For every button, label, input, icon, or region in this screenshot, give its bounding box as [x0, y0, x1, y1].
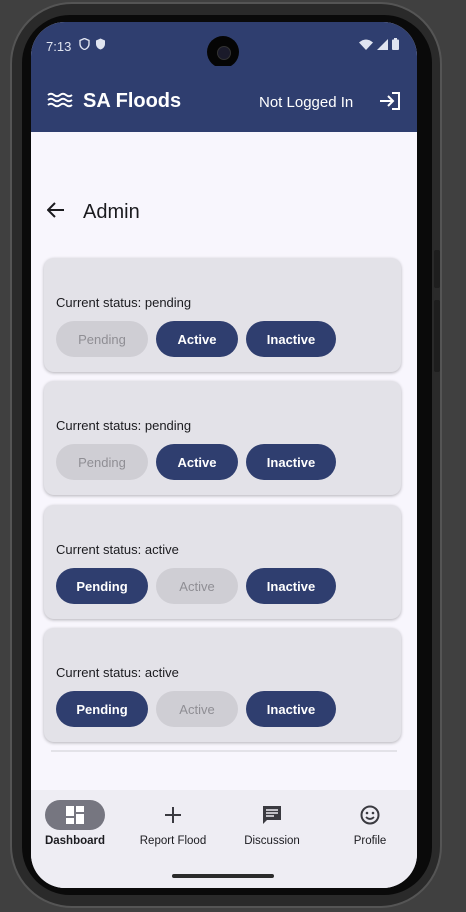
status-time: 7:13: [46, 39, 72, 54]
app-bar: SA Floods Not Logged In: [31, 66, 417, 132]
active-button[interactable]: Active: [156, 568, 238, 604]
current-status: Current status: active: [56, 665, 179, 680]
inactive-button[interactable]: Inactive: [246, 568, 336, 604]
dashboard-icon: [45, 800, 105, 830]
current-status: Current status: pending: [56, 418, 192, 433]
status-card: Current status: pending Pending Active I…: [44, 381, 401, 495]
screen: 7:13 SA Floods Not Logged In Admin Curre…: [31, 22, 417, 888]
pending-button[interactable]: Pending: [56, 321, 148, 357]
app-title: SA Floods: [83, 90, 182, 112]
battery-icon: [392, 38, 399, 50]
nav-discussion[interactable]: Discussion: [227, 800, 317, 847]
next-card-edge: [51, 750, 397, 752]
inactive-button[interactable]: Inactive: [246, 444, 336, 480]
nav-dashboard[interactable]: Dashboard: [31, 800, 120, 847]
inactive-button[interactable]: Inactive: [246, 691, 336, 727]
chat-icon: [227, 800, 317, 830]
pending-button[interactable]: Pending: [56, 568, 148, 604]
login-icon[interactable]: [379, 92, 401, 110]
plus-icon: [128, 800, 218, 830]
status-card: Current status: pending Pending Active I…: [44, 258, 401, 372]
status-bar: 7:13: [31, 22, 417, 68]
current-status: Current status: active: [56, 542, 179, 557]
smiley-icon: [325, 800, 415, 830]
security-icon: [96, 38, 105, 50]
status-card: Current status: active Pending Active In…: [44, 628, 401, 742]
status-right-icons: [359, 38, 399, 50]
current-status: Current status: pending: [56, 295, 192, 310]
page-title: Admin: [83, 201, 140, 223]
power-button: [434, 300, 440, 372]
active-button[interactable]: Active: [156, 691, 238, 727]
volume-button: [434, 250, 440, 288]
nav-report-flood[interactable]: Report Flood: [128, 800, 218, 847]
back-arrow-icon[interactable]: [47, 202, 65, 218]
signal-icon: [377, 38, 388, 50]
bottom-navigation: Dashboard Report Flood Discussion Profil…: [31, 790, 417, 888]
page-header: Admin: [31, 192, 417, 232]
pending-button[interactable]: Pending: [56, 444, 148, 480]
waves-icon: [47, 92, 73, 108]
nav-report-flood-label: Report Flood: [139, 835, 207, 847]
active-button[interactable]: Active: [156, 321, 238, 357]
login-status: Not Logged In: [259, 94, 354, 111]
pending-button[interactable]: Pending: [56, 691, 148, 727]
active-button[interactable]: Active: [156, 444, 238, 480]
shield-icon: [79, 38, 90, 50]
status-icons: [79, 38, 106, 50]
status-card: Current status: active Pending Active In…: [44, 505, 401, 619]
wifi-icon: [359, 39, 373, 50]
nav-profile-label: Profile: [353, 835, 387, 847]
gesture-handle[interactable]: [172, 874, 274, 878]
inactive-button[interactable]: Inactive: [246, 321, 336, 357]
nav-profile[interactable]: Profile: [325, 800, 415, 847]
front-camera: [207, 36, 239, 68]
nav-discussion-label: Discussion: [244, 835, 300, 847]
nav-dashboard-label: Dashboard: [44, 835, 106, 847]
